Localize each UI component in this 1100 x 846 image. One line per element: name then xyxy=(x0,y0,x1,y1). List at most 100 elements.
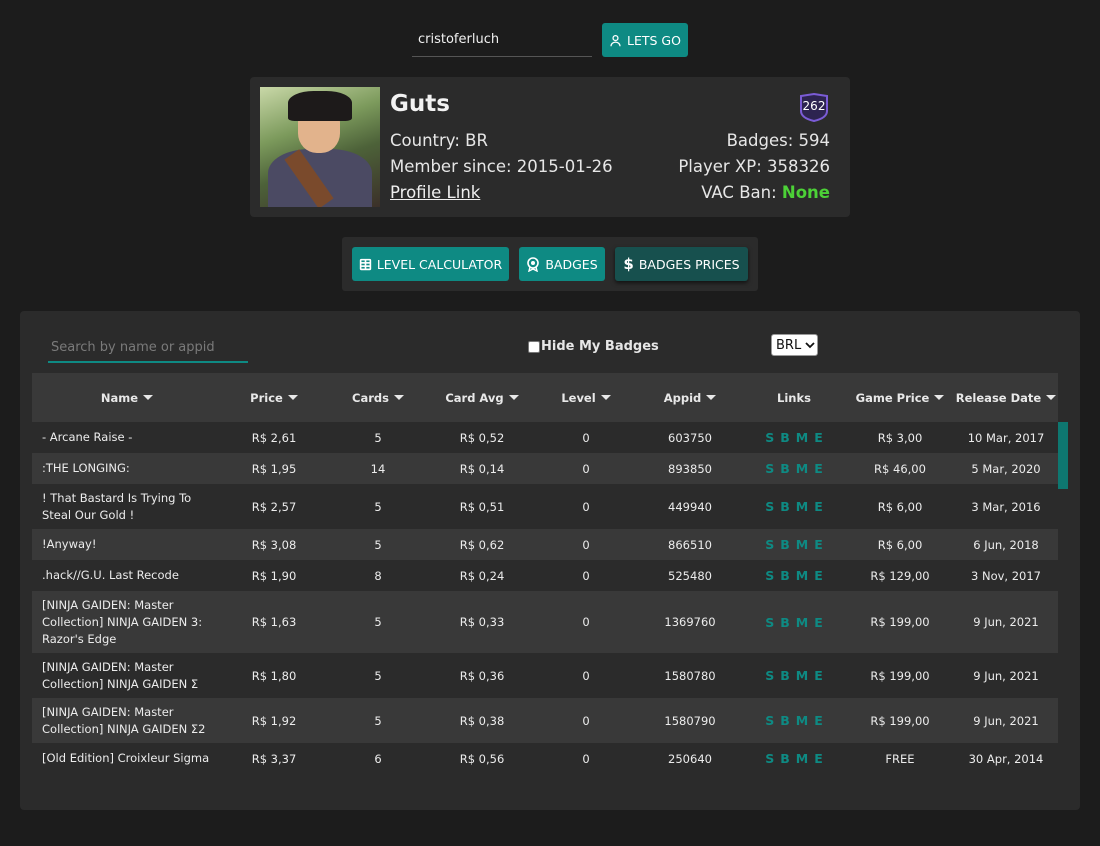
username-input[interactable] xyxy=(412,24,592,52)
nav-bar: LEVEL CALCULATOR BADGES $ BADGES PRICES xyxy=(342,237,758,291)
sort-caret-icon[interactable] xyxy=(934,395,945,400)
link-e[interactable]: E xyxy=(814,430,823,445)
cell-appid: 603750 xyxy=(668,430,712,445)
link-b[interactable]: B xyxy=(780,461,790,476)
link-m[interactable]: M xyxy=(796,499,808,514)
link-m[interactable]: M xyxy=(796,568,808,583)
cell-release: 9 Jun, 2021 xyxy=(973,713,1039,728)
link-s[interactable]: S xyxy=(765,537,774,552)
cell-cards: 14 xyxy=(370,461,386,476)
link-m[interactable]: M xyxy=(796,461,808,476)
currency-select[interactable]: BRL xyxy=(771,334,818,356)
column-header-level[interactable]: Level xyxy=(534,391,638,405)
column-header-appid[interactable]: Appid xyxy=(638,391,742,405)
link-b[interactable]: B xyxy=(780,568,790,583)
sort-caret-icon[interactable] xyxy=(287,395,298,400)
chevron-down-icon xyxy=(805,341,815,348)
lets-go-button[interactable]: LETS GO xyxy=(602,23,688,57)
cell-price: R$ 1,95 xyxy=(251,461,297,476)
sort-caret-icon[interactable] xyxy=(600,395,611,400)
sort-caret-icon[interactable] xyxy=(706,395,717,400)
cell-game-price: R$ 6,00 xyxy=(877,499,923,514)
calculator-icon xyxy=(359,258,371,270)
filter-search-input[interactable] xyxy=(48,335,248,359)
link-e[interactable]: E xyxy=(814,713,823,728)
profile-link[interactable]: Profile Link xyxy=(390,183,480,202)
link-b[interactable]: B xyxy=(780,668,790,683)
cell-avg: R$ 0,52 xyxy=(459,430,505,445)
sort-caret-icon[interactable] xyxy=(1046,395,1057,400)
link-m[interactable]: M xyxy=(796,668,808,683)
link-e[interactable]: E xyxy=(814,461,823,476)
column-header-card-avg[interactable]: Card Avg xyxy=(430,391,534,405)
link-b[interactable]: B xyxy=(780,537,790,552)
sort-caret-icon[interactable] xyxy=(508,395,519,400)
cell-price: R$ 2,61 xyxy=(251,430,297,445)
cell-level: 0 xyxy=(582,751,590,766)
link-b[interactable]: B xyxy=(780,615,790,630)
link-b[interactable]: B xyxy=(780,751,790,766)
table-row: .hack//G.U. Last Recode R$ 1,90 8 R$ 0,24 0 5… xyxy=(32,560,1058,591)
cell-links: SBME xyxy=(742,499,846,514)
table-row: [NINJA GAIDEN: Master Collection] NINJA … xyxy=(32,653,1058,698)
link-e[interactable]: E xyxy=(814,568,823,583)
link-e[interactable]: E xyxy=(814,751,823,766)
link-e[interactable]: E xyxy=(814,668,823,683)
table-row: ! That Bastard Is Trying To Steal Our Go… xyxy=(32,484,1058,529)
badges-prices-button[interactable]: $ BADGES PRICES xyxy=(615,247,748,281)
column-header-label: Appid xyxy=(663,390,702,405)
level-calculator-button[interactable]: LEVEL CALCULATOR xyxy=(352,247,509,281)
column-header-game-price[interactable]: Game Price xyxy=(846,391,954,405)
sort-caret-icon[interactable] xyxy=(393,395,404,400)
cell-game-price: R$ 199,00 xyxy=(870,713,930,728)
table-row: [Old Edition] Croixleur Sigma R$ 3,37 6 R$ … xyxy=(32,743,1058,774)
link-s[interactable]: S xyxy=(765,751,774,766)
link-e[interactable]: E xyxy=(814,499,823,514)
link-s[interactable]: S xyxy=(765,568,774,583)
cell-game-price: R$ 129,00 xyxy=(870,568,930,583)
hide-my-badges-label: Hide My Badges xyxy=(541,339,659,354)
filter-search[interactable] xyxy=(48,335,248,363)
sort-caret-icon[interactable] xyxy=(143,395,154,400)
link-b[interactable]: B xyxy=(780,713,790,728)
column-header-cards[interactable]: Cards xyxy=(326,391,430,405)
hide-my-badges-toggle[interactable]: Hide My Badges xyxy=(528,339,659,354)
link-m[interactable]: M xyxy=(796,713,808,728)
link-s[interactable]: S xyxy=(765,461,774,476)
cell-cards: 5 xyxy=(374,615,382,629)
link-e[interactable]: E xyxy=(814,537,823,552)
column-header-name[interactable]: Name xyxy=(32,391,222,405)
link-s[interactable]: S xyxy=(765,668,774,683)
table-row: [NINJA GAIDEN: Master Collection] NINJA … xyxy=(32,698,1058,743)
link-b[interactable]: B xyxy=(780,499,790,514)
scrollbar-thumb[interactable] xyxy=(1058,422,1068,489)
cell-release: 5 Mar, 2020 xyxy=(971,461,1041,476)
column-header-label: Cards xyxy=(352,390,389,405)
hide-my-badges-checkbox[interactable] xyxy=(528,340,540,353)
link-b[interactable]: B xyxy=(780,430,790,445)
cell-links: SBME xyxy=(742,537,846,552)
profile-name: Guts xyxy=(390,91,450,117)
badges-button[interactable]: BADGES xyxy=(519,247,605,281)
column-header-label: Name xyxy=(100,390,139,405)
badge-icon xyxy=(527,256,540,272)
column-header-release-date[interactable]: Release Date xyxy=(954,391,1058,405)
link-m[interactable]: M xyxy=(796,430,808,445)
cell-name: ! That Bastard Is Trying To Steal Our Go… xyxy=(42,490,192,522)
cell-links: SBME xyxy=(742,568,846,583)
link-s[interactable]: S xyxy=(765,615,774,630)
link-s[interactable]: S xyxy=(765,430,774,445)
link-s[interactable]: S xyxy=(765,713,774,728)
link-s[interactable]: S xyxy=(765,499,774,514)
username-search[interactable] xyxy=(412,24,592,57)
link-m[interactable]: M xyxy=(796,751,808,766)
link-m[interactable]: M xyxy=(796,537,808,552)
cell-cards: 5 xyxy=(374,430,382,445)
column-header-price[interactable]: Price xyxy=(222,391,326,405)
link-m[interactable]: M xyxy=(796,615,808,630)
table-row: :THE LONGING: R$ 1,95 14 R$ 0,14 0 893850 S B M E… xyxy=(32,453,1058,484)
cell-price: R$ 2,57 xyxy=(251,499,297,514)
cell-game-price: R$ 6,00 xyxy=(877,537,923,552)
profile-card: Guts 262 Country: BR Member since: 2015-… xyxy=(250,77,850,217)
link-e[interactable]: E xyxy=(814,615,823,630)
